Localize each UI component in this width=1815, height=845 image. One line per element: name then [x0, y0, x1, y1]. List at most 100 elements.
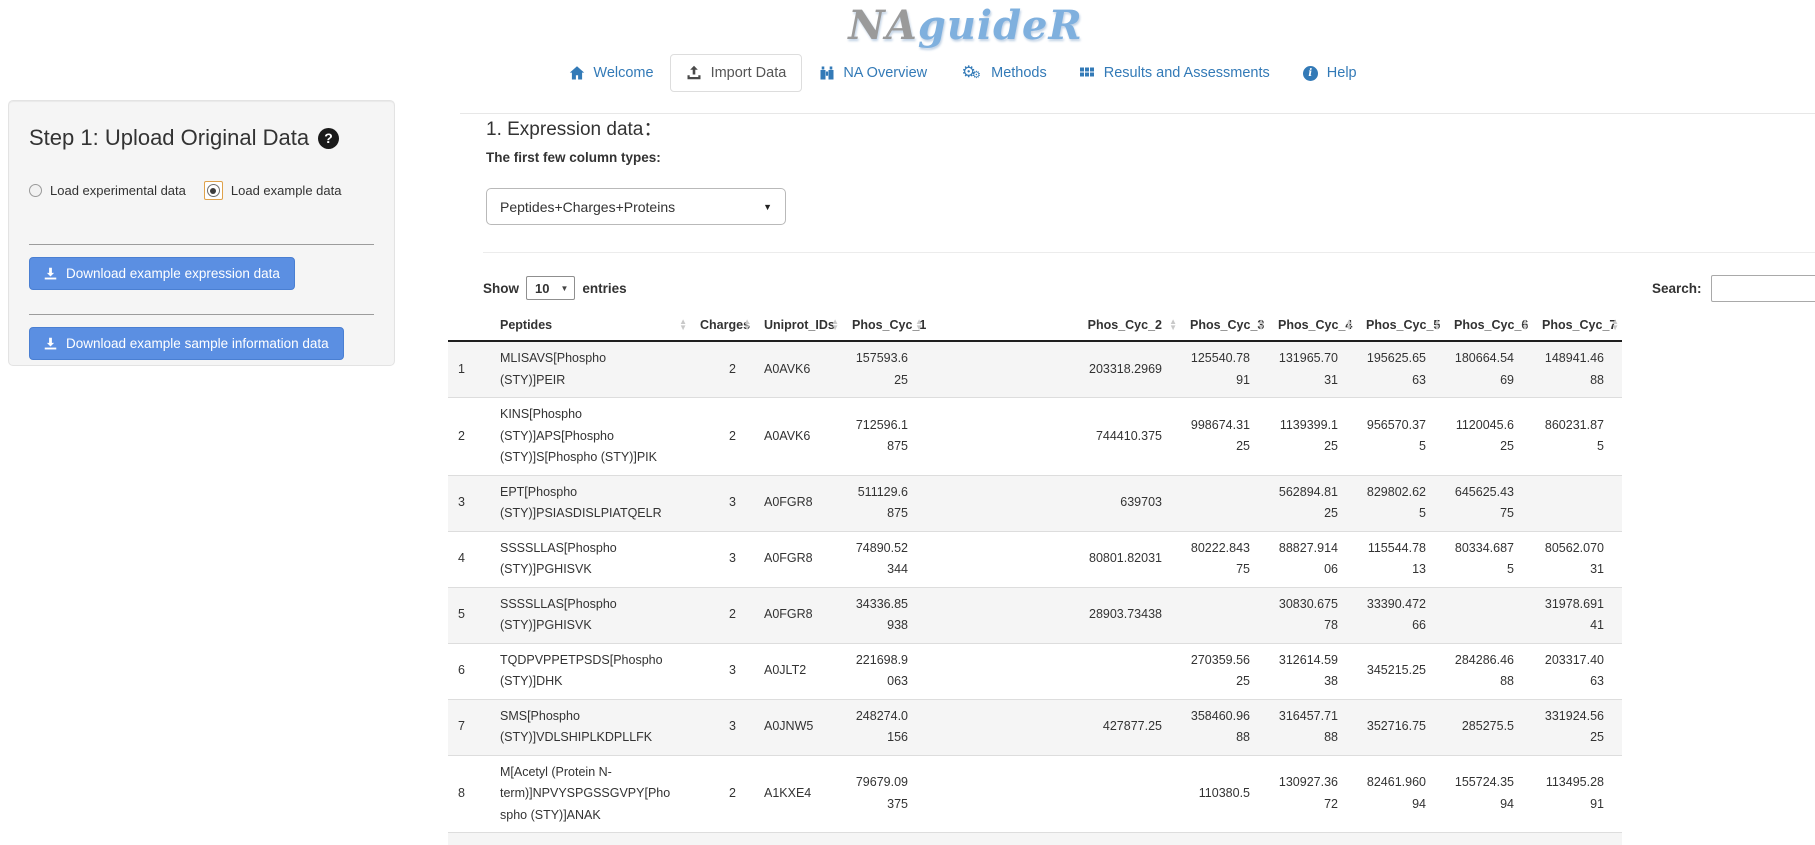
tab-import-data[interactable]: Import Data: [670, 54, 803, 92]
search-input[interactable]: [1711, 275, 1815, 302]
table-cell: 3: [690, 531, 754, 587]
sort-arrows-icon[interactable]: ▲▼: [743, 319, 751, 331]
table-cell: A0FGR8: [754, 475, 842, 531]
table-cell: 744410.375: [926, 398, 1180, 476]
table-row[interactable]: 5SSSSLLAS[Phospho (STY)]PGHISVK2A0FGR834…: [448, 587, 1622, 643]
page-size-select[interactable]: 10 ▼: [526, 276, 575, 300]
sort-arrows-icon[interactable]: ▲▼: [915, 319, 923, 331]
question-circle-icon[interactable]: ?: [318, 128, 339, 149]
column-header-label: Phos_Cyc_7: [1542, 318, 1616, 332]
sort-arrows-icon[interactable]: ▲▼: [1169, 319, 1177, 331]
column-header-phos-cyc-6[interactable]: Phos_Cyc_6▲▼: [1444, 310, 1532, 341]
sidebar-divider: [29, 244, 374, 245]
row-index: 2: [448, 398, 490, 476]
download-expression-data-button[interactable]: Download example expression data: [29, 257, 295, 290]
column-header-uniprot-ids[interactable]: Uniprot_IDs▲▼: [754, 310, 842, 341]
content-top-divider: [460, 113, 1815, 114]
table-cell: 312614.5938: [1268, 643, 1356, 699]
column-header-label: Uniprot_IDs: [764, 318, 835, 332]
sort-arrows-icon[interactable]: ▲▼: [679, 319, 687, 331]
column-header-peptides[interactable]: Peptides▲▼: [490, 310, 690, 341]
button-label: Download example sample information data: [66, 336, 329, 351]
row-index: 5: [448, 587, 490, 643]
tab-results-assessments[interactable]: Results and Assessments: [1063, 54, 1286, 92]
table-cell: 3: [690, 699, 754, 755]
radio-circle-icon[interactable]: [207, 184, 220, 197]
column-header-phos-cyc-1[interactable]: Phos_Cyc_1▲▼: [842, 310, 926, 341]
chevron-down-icon: ▼: [763, 202, 772, 212]
column-header-phos-cyc-2[interactable]: Phos_Cyc_2▲▼: [926, 310, 1180, 341]
column-types-dropdown[interactable]: Peptides+Charges+Proteins ▼: [486, 188, 786, 225]
table-row[interactable]: 8M[Acetyl (Protein N-term)]NPVYSPGSSGVPY…: [448, 755, 1622, 833]
app-logo: NAguideR: [58, 2, 1815, 49]
table-cell: SMS[Phospho (STY)]VDLSHIPLKDPLLFK: [490, 699, 690, 755]
table-cell: 427877.25: [926, 699, 1180, 755]
row-index: 7: [448, 699, 490, 755]
logo-text-na: NA: [848, 2, 918, 49]
column-header-phos-cyc-4[interactable]: Phos_Cyc_4▲▼: [1268, 310, 1356, 341]
table-cell: [1532, 475, 1622, 531]
table-cell: 316457.7188: [1268, 699, 1356, 755]
table-cell: 345215.25: [1356, 643, 1444, 699]
sort-arrows-icon[interactable]: ▲▼: [1345, 319, 1353, 331]
table-cell: MLISAVS[Phospho (STY)]PEIR: [490, 341, 690, 398]
table-length-control: Show 10 ▼ entries: [483, 276, 627, 300]
table-cell: 352716.75: [1356, 699, 1444, 755]
column-header-phos-cyc-7[interactable]: Phos_Cyc_7▲▼: [1532, 310, 1622, 341]
data-source-radio-group: Load experimental data Load example data: [29, 181, 374, 200]
table-cell: 155724.3594: [1444, 755, 1532, 833]
table-cell: EPT[Phospho (STY)]PSIASDISLPIATQELR: [490, 475, 690, 531]
table-cell: 284286.4688: [1444, 643, 1532, 699]
upload-icon: [686, 65, 703, 81]
column-header-rownum: [448, 310, 490, 341]
sidebar-title-text: Step 1: Upload Original Data: [29, 125, 309, 151]
table-cell: 712596.1875: [842, 398, 926, 476]
download-sample-information-button[interactable]: Download example sample information data: [29, 327, 344, 360]
sort-arrows-icon[interactable]: ▲▼: [1521, 319, 1529, 331]
table-row[interactable]: 4SSSSLLAS[Phospho (STY)]PGHISVK3A0FGR874…: [448, 531, 1622, 587]
table-row[interactable]: 3EPT[Phospho (STY)]PSIASDISLPIATQELR3A0F…: [448, 475, 1622, 531]
sort-arrows-icon[interactable]: ▲▼: [1433, 319, 1441, 331]
table-cell: A0JLT2: [754, 643, 842, 699]
radio-load-experimental-data[interactable]: Load experimental data: [29, 183, 186, 198]
table-cell: 80222.84375: [1180, 531, 1268, 587]
tab-label: Help: [1327, 65, 1357, 81]
radio-circle-icon[interactable]: [29, 184, 42, 197]
column-header-label: Phos_Cyc_4: [1278, 318, 1352, 332]
tab-help[interactable]: i Help: [1286, 54, 1373, 92]
column-header-phos-cyc-5[interactable]: Phos_Cyc_5▲▼: [1356, 310, 1444, 341]
sort-arrows-icon[interactable]: ▲▼: [1257, 319, 1265, 331]
upload-sidebar-panel: Step 1: Upload Original Data ? Load expe…: [8, 100, 395, 366]
tab-welcome[interactable]: Welcome: [552, 54, 669, 92]
column-header-label: Phos_Cyc_6: [1454, 318, 1528, 332]
select-arrow-icon: ▼: [560, 284, 568, 293]
sort-arrows-icon[interactable]: ▲▼: [831, 319, 839, 331]
table-row[interactable]: 7SMS[Phospho (STY)]VDLSHIPLKDPLLFK3A0JNW…: [448, 699, 1622, 755]
table-cell: 860231.875: [1532, 398, 1622, 476]
table-cell: 2: [690, 341, 754, 398]
table-cell: 3: [690, 475, 754, 531]
table-cell: A0JNW5: [754, 699, 842, 755]
table-cell: 125540.7891: [1180, 341, 1268, 398]
table-cell: 221698.9063: [842, 643, 926, 699]
table-cell: 195625.6563: [1356, 341, 1444, 398]
radio-load-example-data[interactable]: Load example data: [204, 181, 342, 200]
table-cell: 1139399.125: [1268, 398, 1356, 476]
column-header-charges[interactable]: Charges▲▼: [690, 310, 754, 341]
tab-label: Welcome: [593, 65, 653, 81]
table-cell: A1KXE4: [754, 755, 842, 833]
sort-arrows-icon[interactable]: ▲▼: [1611, 319, 1619, 331]
table-cell: 2: [690, 398, 754, 476]
table-row[interactable]: 6TQDPVPPETPSDS[Phospho (STY)]DHK3A0JLT22…: [448, 643, 1622, 699]
table-row[interactable]: 1MLISAVS[Phospho (STY)]PEIR2A0AVK6157593…: [448, 341, 1622, 398]
tab-methods[interactable]: ⚙⚙ Methods: [943, 54, 1063, 92]
column-header-phos-cyc-3[interactable]: Phos_Cyc_3▲▼: [1180, 310, 1268, 341]
table-cell: TQDPVPPETPSDS[Phospho (STY)]DHK: [490, 643, 690, 699]
table-cell: [926, 755, 1180, 833]
table-cell: 157593.625: [842, 341, 926, 398]
table-row[interactable]: 2KINS[Phospho (STY)]APS[Phospho (STY)]S[…: [448, 398, 1622, 476]
table-cell: 82461.96094: [1356, 755, 1444, 833]
tab-label: NA Overview: [843, 65, 927, 81]
table-cell: 28903.73438: [926, 587, 1180, 643]
tab-na-overview[interactable]: NA Overview: [802, 54, 943, 92]
